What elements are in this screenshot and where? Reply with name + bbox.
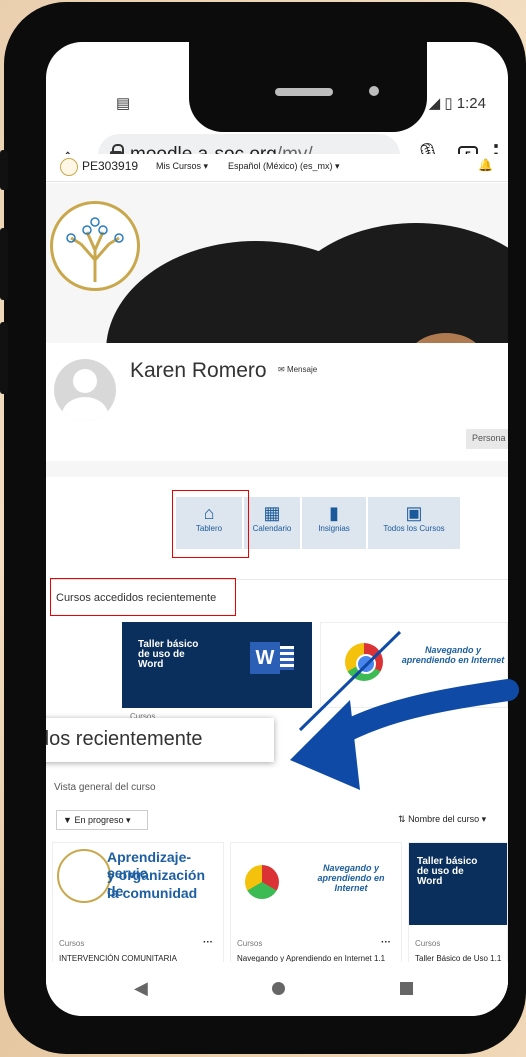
filter-icon: ▼ bbox=[63, 815, 72, 825]
course-category: Cursos bbox=[59, 939, 85, 948]
message-label: Mensaje bbox=[286, 365, 318, 374]
phone-frame: ▤ ◆ ◢ ▯ 1:24 ⌂ moodle.a-soc.org/my/ 🎙 5 … bbox=[0, 2, 526, 1054]
profile-card: Karen Romero ✉ Mensaje Persona bbox=[46, 343, 508, 461]
sort-dropdown[interactable]: ⇅ Nombre del curso ▾ bbox=[398, 810, 508, 830]
course-category: Cursos bbox=[415, 939, 441, 948]
notification-bell-icon[interactable]: 🔔 bbox=[478, 158, 493, 172]
my-courses-menu[interactable]: Mis Cursos ▾ bbox=[156, 161, 208, 172]
status-time: 1:24 bbox=[456, 95, 486, 112]
message-icon: ✉ bbox=[278, 365, 285, 374]
tree-logo-icon bbox=[57, 849, 111, 903]
calendar-icon: ▦ bbox=[263, 503, 281, 523]
message-link[interactable]: ✉ Mensaje bbox=[278, 365, 317, 374]
course-category: Cursos bbox=[237, 939, 263, 948]
home-button-icon[interactable] bbox=[272, 982, 285, 995]
quick-link-label: Calendario bbox=[252, 524, 292, 533]
course-image-title: Navegando y aprendiendo en Internet bbox=[317, 863, 385, 893]
recent-courses-title: Cursos accedidos recientemente bbox=[56, 592, 217, 604]
profile-name: Karen Romero bbox=[130, 359, 267, 382]
course-overview-title: Vista general del curso bbox=[54, 782, 156, 793]
quick-link-label: Insignias bbox=[318, 524, 350, 533]
zoom-callout: dos recientemente bbox=[46, 718, 274, 762]
course-image: Taller básico de uso de Word bbox=[409, 843, 507, 925]
tree-logo-icon bbox=[50, 201, 140, 291]
quick-link-all-courses[interactable]: ▣ Todos los Cursos bbox=[368, 497, 460, 549]
battery-icon: ▯ bbox=[444, 95, 453, 112]
quick-link-badges[interactable]: ▮ Insignias bbox=[302, 497, 366, 549]
more-options-icon[interactable]: ··· bbox=[381, 937, 391, 948]
site-logo-icon[interactable] bbox=[60, 158, 78, 176]
quick-link-label: Todos los Cursos bbox=[383, 524, 445, 533]
course-image-line: la comunidad bbox=[107, 885, 198, 901]
android-nav-bar: ◀ bbox=[46, 962, 508, 1016]
recent-course-card[interactable]: Navegando y aprendiendo en Internet bbox=[320, 622, 508, 708]
sort-label: Nombre del curso ▾ bbox=[408, 814, 487, 824]
volume-up-button bbox=[0, 150, 8, 190]
language-menu[interactable]: Español (México) (es_mx) ▾ bbox=[228, 161, 340, 172]
course-image: Navegando y aprendiendo en Internet bbox=[231, 843, 401, 925]
callout-text: dos recientemente bbox=[46, 728, 203, 750]
course-image: Aprendizaje-servic y organización de la … bbox=[53, 843, 223, 925]
back-icon[interactable]: ◀ bbox=[134, 978, 148, 999]
word-lines bbox=[280, 646, 294, 670]
chrome-logo-icon bbox=[345, 643, 383, 681]
signal-icon: ◢ bbox=[428, 95, 441, 112]
filter-dropdown[interactable]: ▼ En progreso ▾ bbox=[56, 810, 148, 830]
course-image-title: Taller básico de uso de Word bbox=[138, 639, 199, 670]
book-icon: ▣ bbox=[405, 503, 423, 523]
notch bbox=[189, 42, 427, 132]
course-image-title: Taller básico de uso de Word bbox=[417, 856, 478, 887]
recent-course-card[interactable]: Taller básico de uso de Word W bbox=[122, 622, 312, 708]
profile-banner: Karen Romero ✉ Mensaje Persona bbox=[46, 183, 508, 477]
more-options-icon[interactable]: ··· bbox=[203, 937, 213, 948]
course-image-title: Navegando y aprendiendo en Internet bbox=[401, 645, 505, 665]
word-logo-icon: W bbox=[250, 642, 280, 674]
user-code[interactable]: PE303919 bbox=[82, 159, 138, 173]
camera bbox=[369, 86, 379, 96]
quick-link-calendar[interactable]: ▦ Calendario bbox=[244, 497, 300, 549]
volume-down-button bbox=[0, 228, 8, 300]
avatar[interactable] bbox=[54, 359, 116, 421]
news-icon: ▤ bbox=[116, 95, 131, 112]
phone-screen: ▤ ◆ ◢ ▯ 1:24 ⌂ moodle.a-soc.org/my/ 🎙 5 … bbox=[46, 42, 508, 1016]
power-button bbox=[0, 322, 8, 394]
personalize-button[interactable]: Persona bbox=[466, 429, 508, 449]
highlight-box-dashboard bbox=[172, 490, 249, 558]
moodle-navbar: PE303919 Mis Cursos ▾ Español (México) (… bbox=[46, 154, 508, 182]
bookmark-icon: ▮ bbox=[329, 503, 339, 523]
sort-icon: ⇅ bbox=[398, 814, 406, 824]
speaker bbox=[275, 88, 333, 96]
quick-links: ⌂ Tablero ▦ Calendario ▮ Insignias ▣ Todos l… bbox=[46, 497, 508, 577]
recent-apps-icon[interactable] bbox=[400, 982, 413, 995]
filter-label: En progreso ▾ bbox=[74, 815, 131, 825]
chrome-logo-icon bbox=[245, 865, 279, 899]
